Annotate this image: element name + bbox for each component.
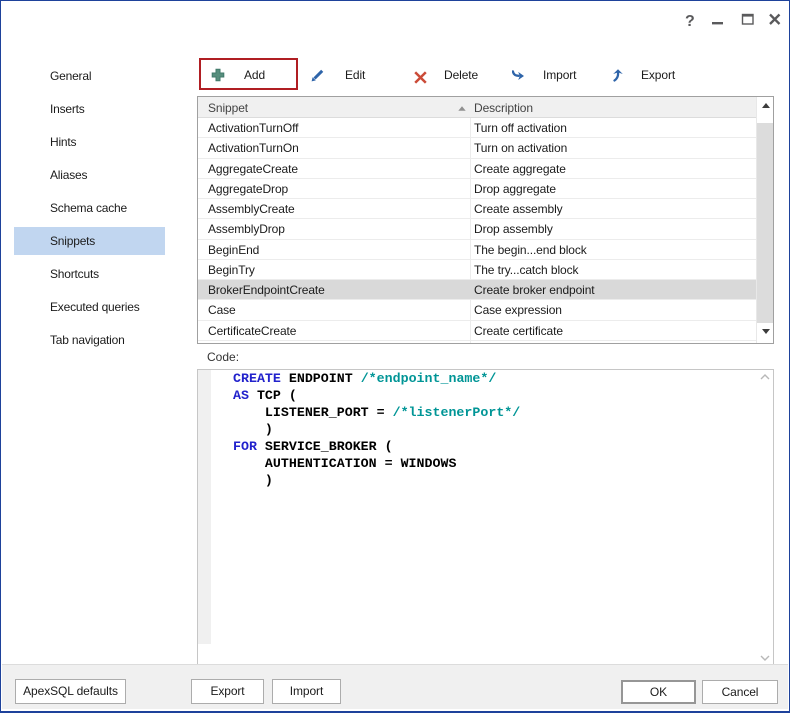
svg-text:?: ? bbox=[685, 13, 695, 30]
